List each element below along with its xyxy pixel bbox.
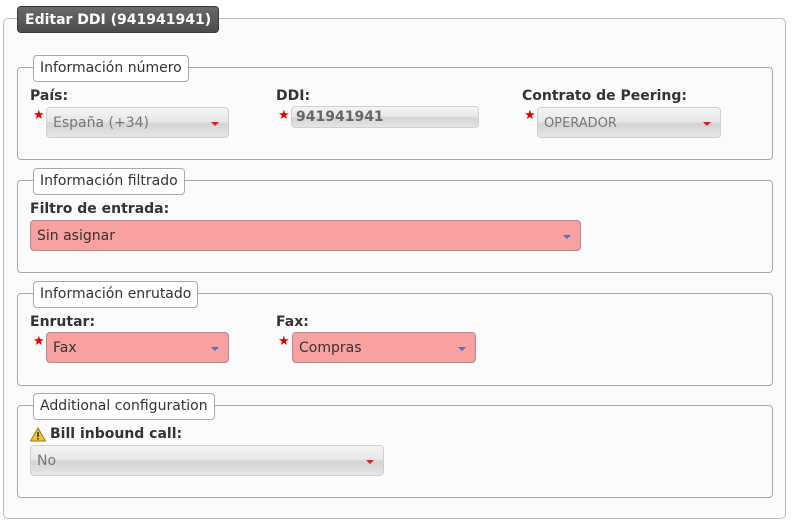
chevron-down-icon [211, 122, 219, 126]
legend-informacion-filtrado: Información filtrado [33, 168, 185, 195]
pais-label: País: [30, 88, 69, 104]
chevron-down-icon [563, 235, 571, 239]
legend-informacion-enrutado: Información enrutado [33, 281, 199, 308]
fieldset-informacion-enrutado: Información enrutado Enrutar: ★ Fax Fax:… [17, 281, 773, 386]
required-star-icon: ★ [524, 108, 536, 123]
ddi-input-value: 941941941 [296, 109, 384, 125]
ddi-label: DDI: [276, 88, 311, 104]
fax-select[interactable]: Compras [292, 332, 476, 363]
pais-select-value: España (+34) [53, 115, 149, 131]
bill-inbound-call-value: No [37, 453, 57, 469]
enrutar-select-value: Fax [53, 340, 77, 356]
fax-select-value: Compras [299, 340, 362, 356]
peering-select-value: OPERADOR [544, 116, 617, 131]
pais-select[interactable]: España (+34) [46, 107, 229, 138]
required-star-icon: ★ [33, 334, 45, 349]
legend-informacion-numero: Información número [33, 55, 189, 82]
legend-additional-configuration: Additional configuration [33, 393, 215, 420]
enrutar-label: Enrutar: [30, 314, 96, 330]
fieldset-informacion-numero: Información número País: ★ España (+34) … [17, 55, 773, 160]
peering-label: Contrato de Peering: [522, 88, 688, 104]
filtro-entrada-value: Sin asignar [37, 228, 115, 244]
required-star-icon: ★ [33, 108, 45, 123]
filtro-entrada-label: Filtro de entrada: [30, 201, 170, 217]
chevron-down-icon [703, 122, 711, 126]
bill-inbound-call-label: Bill inbound call: [50, 426, 183, 442]
chevron-down-icon [458, 347, 466, 351]
fieldset-additional-configuration: Additional configuration Bill inbound ca… [17, 393, 773, 498]
required-star-icon: ★ [278, 334, 290, 349]
ddi-input[interactable]: 941941941 [291, 106, 479, 128]
form-title: Editar DDI (941941941) [17, 6, 220, 33]
filtro-entrada-select[interactable]: Sin asignar [30, 220, 581, 251]
chevron-down-icon [211, 347, 219, 351]
required-star-icon: ★ [278, 108, 290, 123]
peering-select[interactable]: OPERADOR [537, 107, 721, 138]
fax-label: Fax: [276, 314, 309, 330]
chevron-down-icon [366, 460, 374, 464]
warning-icon [30, 427, 46, 442]
fieldset-informacion-filtrado: Información filtrado Filtro de entrada: … [17, 168, 773, 273]
enrutar-select[interactable]: Fax [46, 332, 229, 363]
bill-inbound-call-select[interactable]: No [30, 445, 384, 476]
